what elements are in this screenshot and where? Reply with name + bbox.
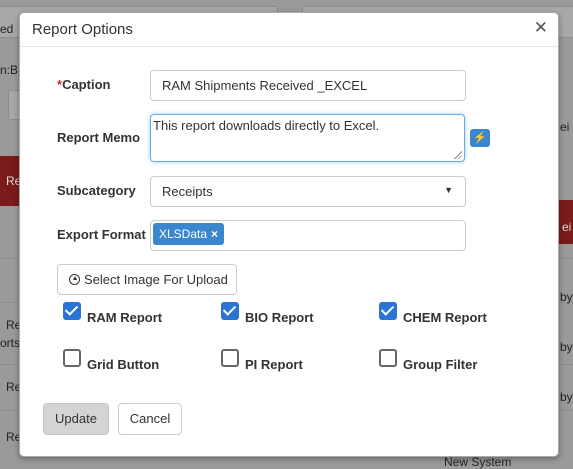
grid-button-checkbox[interactable] bbox=[63, 349, 81, 367]
group-filter-label: Group Filter bbox=[403, 357, 478, 372]
caption-input[interactable]: RAM Shipments Received _EXCEL bbox=[150, 70, 466, 101]
background-text: by bbox=[560, 340, 573, 354]
group-filter-checkbox[interactable] bbox=[379, 349, 397, 367]
subcategory-select[interactable]: Receipts ▼ bbox=[150, 176, 466, 207]
background-text: orts bbox=[0, 336, 21, 350]
dialog-header: Report Options ✕ bbox=[20, 13, 558, 47]
background-text: by bbox=[560, 390, 573, 404]
caption-label-text: Caption bbox=[62, 77, 111, 92]
report-memo-label: Report Memo bbox=[57, 130, 141, 145]
lightning-icon[interactable]: ⚡ bbox=[470, 129, 490, 147]
bio-report-label: BIO Report bbox=[245, 310, 314, 325]
update-button[interactable]: Update bbox=[43, 403, 109, 435]
pi-report-label: PI Report bbox=[245, 357, 303, 372]
grid-button-label: Grid Button bbox=[87, 357, 160, 372]
background-text: ed bbox=[0, 22, 14, 36]
caption-value: RAM Shipments Received _EXCEL bbox=[162, 78, 368, 93]
subcategory-label: Subcategory bbox=[57, 183, 136, 198]
export-format-label: Export Format bbox=[57, 227, 146, 242]
ram-report-label: RAM Report bbox=[87, 310, 163, 325]
chem-report-label: CHEM Report bbox=[403, 310, 487, 325]
close-icon[interactable]: ✕ bbox=[534, 19, 548, 37]
caret-down-icon: ▼ bbox=[444, 185, 453, 195]
pi-report-checkbox[interactable] bbox=[221, 349, 239, 367]
report-memo-textarea[interactable]: This report downloads directly to Excel. bbox=[150, 114, 465, 162]
ram-report-checkbox[interactable] bbox=[63, 302, 81, 320]
resize-grip-icon[interactable] bbox=[454, 151, 462, 159]
bio-report-checkbox[interactable] bbox=[221, 302, 239, 320]
background-text: n:B bbox=[0, 63, 19, 77]
background-text: New System bbox=[444, 455, 512, 469]
cancel-button[interactable]: Cancel bbox=[118, 403, 182, 435]
background-text: by bbox=[560, 290, 573, 304]
upload-button-label: Select Image For Upload bbox=[84, 272, 228, 287]
background-text: ei bbox=[562, 220, 572, 234]
report-options-dialog: Report Options ✕ *Caption RAM Shipments … bbox=[19, 12, 559, 457]
caption-label: *Caption bbox=[57, 77, 110, 92]
remove-tag-icon[interactable]: × bbox=[211, 227, 218, 241]
chem-report-checkbox[interactable] bbox=[379, 302, 397, 320]
background-text: ei bbox=[560, 120, 570, 134]
subcategory-value: Receipts bbox=[162, 184, 213, 199]
export-format-tag: XLSData × bbox=[153, 223, 225, 245]
report-memo-value: This report downloads directly to Excel. bbox=[153, 118, 380, 133]
export-format-multiselect[interactable]: XLSData × bbox=[150, 220, 466, 251]
dialog-title: Report Options bbox=[32, 21, 133, 38]
select-image-upload-button[interactable]: Select Image For Upload bbox=[57, 264, 237, 295]
tag-label: XLSData bbox=[159, 227, 208, 241]
upload-circle-icon bbox=[69, 274, 80, 285]
